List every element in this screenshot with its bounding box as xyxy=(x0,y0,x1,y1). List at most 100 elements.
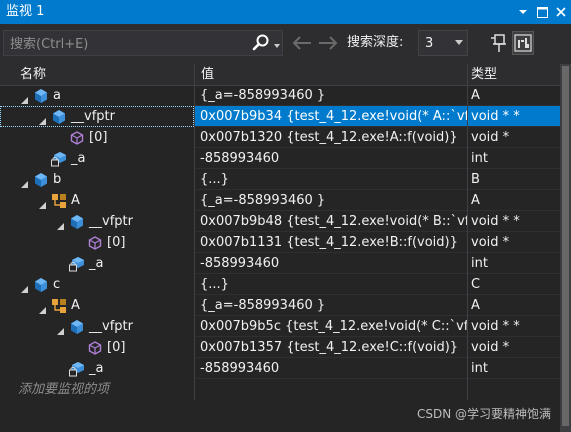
private-field-icon xyxy=(69,256,85,272)
row-name-cell[interactable]: __vfptr xyxy=(0,211,194,232)
column-header-name[interactable]: 名称 xyxy=(0,64,46,85)
watch-grid: 名称 值 类型 a {_a=-858993460 } A __vfptr 0x007b9… xyxy=(0,64,571,432)
row-value[interactable]: 0x007b1320 {test_4_12.exe!A::f(void)} xyxy=(195,127,467,148)
expand-arrow-icon[interactable] xyxy=(38,301,47,314)
row-value[interactable]: 0x007b9b48 {test_4_12.exe!void(* B::`vf.… xyxy=(195,211,467,232)
search-depth-value: 3 xyxy=(425,36,434,51)
private-field-icon xyxy=(51,151,67,167)
watch-row[interactable]: A {_a=-858993460 } A xyxy=(0,190,560,211)
watch-row[interactable]: __vfptr 0x007b9b48 {test_4_12.exe!void(* … xyxy=(0,211,560,232)
expand-arrow-icon[interactable] xyxy=(20,175,29,188)
chevron-down-icon xyxy=(519,10,527,14)
row-type: C xyxy=(471,277,481,292)
row-value[interactable]: 0x007b9b5c {test_4_12.exe!void(* C::`vf.… xyxy=(195,316,467,337)
row-name-cell[interactable]: [0] xyxy=(0,337,194,358)
row-name-cell[interactable]: [0] xyxy=(0,232,194,253)
column-header-type[interactable]: 类型 xyxy=(451,64,497,85)
expand-arrow-icon[interactable] xyxy=(20,91,29,104)
row-value[interactable]: {...} xyxy=(195,169,467,190)
watch-row[interactable]: [0] 0x007b1357 {test_4_12.exe!C::f(void)}… xyxy=(0,337,560,358)
watch-row[interactable]: b {...} B xyxy=(0,169,560,190)
row-value[interactable]: 0x007b1131 {test_4_12.exe!B::f(void)} xyxy=(195,232,467,253)
watch-row[interactable]: [0] 0x007b1320 {test_4_12.exe!A::f(void)}… xyxy=(0,127,560,148)
window-dropdown-button[interactable] xyxy=(515,3,531,21)
search-button[interactable] xyxy=(251,33,271,53)
row-name-cell[interactable]: __vfptr xyxy=(0,316,194,337)
row-name-cell[interactable]: _a xyxy=(0,148,194,169)
row-name: A xyxy=(71,193,80,208)
row-name-cell[interactable]: _a xyxy=(0,253,194,274)
watch-row[interactable]: [0] 0x007b1131 {test_4_12.exe!B::f(void)}… xyxy=(0,232,560,253)
arrow-right-icon xyxy=(319,36,338,50)
watch-row[interactable]: _a -858993460 int xyxy=(0,148,560,169)
row-value[interactable]: -858993460 xyxy=(195,148,467,169)
row-name-cell[interactable]: A xyxy=(0,295,194,316)
row-value[interactable]: {_a=-858993460 } xyxy=(195,85,467,106)
chevron-down-icon xyxy=(274,44,280,48)
private-field-icon xyxy=(69,361,85,377)
expand-arrow-icon[interactable] xyxy=(38,112,47,125)
row-name-cell[interactable]: b xyxy=(0,169,194,190)
object-icon xyxy=(33,172,49,188)
row-name-cell[interactable]: c xyxy=(0,274,194,295)
search-next-button[interactable] xyxy=(317,35,339,51)
maximize-button[interactable] xyxy=(534,3,550,21)
object-icon xyxy=(51,109,67,125)
watch-row[interactable]: __vfptr 0x007b9b5c {test_4_12.exe!void(* … xyxy=(0,316,560,337)
hex-display-button[interactable] xyxy=(512,31,534,55)
search-input[interactable] xyxy=(4,31,252,57)
method-icon xyxy=(87,340,103,356)
base-class-icon xyxy=(51,298,67,314)
watch-row[interactable]: __vfptr 0x007b9b34 {test_4_12.exe!void(* … xyxy=(0,106,560,127)
row-type: int xyxy=(471,256,488,271)
column-header-value[interactable]: 值 xyxy=(181,64,214,85)
add-watch-placeholder: 添加要监视的项 xyxy=(18,382,110,397)
scrollbar-thumb[interactable] xyxy=(562,66,569,426)
row-value[interactable]: -858993460 xyxy=(195,253,467,274)
row-value[interactable]: {_a=-858993460 } xyxy=(195,295,467,316)
row-type: void * * xyxy=(471,214,520,229)
grid-header: 名称 值 类型 xyxy=(0,64,560,86)
row-value[interactable]: 0x007b1357 {test_4_12.exe!C::f(void)} xyxy=(195,337,467,358)
row-name-cell[interactable]: _a xyxy=(0,358,194,379)
row-type: void * xyxy=(471,130,510,145)
row-name: _a xyxy=(71,151,86,166)
row-type: int xyxy=(471,151,488,166)
close-button[interactable] xyxy=(553,3,569,21)
add-watch-item[interactable]: 添加要监视的项 xyxy=(0,379,194,400)
row-type: B xyxy=(471,172,480,187)
expand-arrow-icon[interactable] xyxy=(38,196,47,209)
expand-arrow-icon[interactable] xyxy=(56,322,65,335)
search-options-dropdown[interactable] xyxy=(272,37,282,49)
row-value[interactable]: 0x007b9b34 {test_4_12.exe!void(* A::`vf.… xyxy=(195,106,467,127)
watch-row[interactable]: A {_a=-858993460 } A xyxy=(0,295,560,316)
column-divider[interactable] xyxy=(194,64,195,400)
row-name: c xyxy=(53,277,61,292)
watch-row[interactable]: c {...} C xyxy=(0,274,560,295)
search-previous-button[interactable] xyxy=(291,35,313,51)
row-name: [0] xyxy=(107,235,126,250)
column-divider[interactable] xyxy=(467,64,468,400)
search-depth-select[interactable]: 3 xyxy=(418,30,468,56)
watch-window: 监视 1 搜索(Ctrl+E) 搜索深度: 3 名称 值 类型 a {_a=-8… xyxy=(0,0,571,432)
chevron-down-icon xyxy=(455,40,463,45)
hex-display-icon xyxy=(514,34,532,52)
row-name: _a xyxy=(89,256,104,271)
row-value[interactable]: {_a=-858993460 } xyxy=(195,190,467,211)
row-value[interactable]: {...} xyxy=(195,274,467,295)
row-name-cell[interactable]: __vfptr xyxy=(0,106,194,127)
watch-row[interactable]: a {_a=-858993460 } A xyxy=(0,85,560,106)
row-name-cell[interactable]: A xyxy=(0,190,194,211)
row-value[interactable]: -858993460 xyxy=(195,358,467,379)
expand-arrow-icon[interactable] xyxy=(20,280,29,293)
row-type: int xyxy=(471,361,488,376)
watch-row[interactable]: _a -858993460 int xyxy=(0,253,560,274)
watch-row[interactable]: _a -858993460 int xyxy=(0,358,560,379)
row-name-cell[interactable]: a xyxy=(0,85,194,106)
row-name: b xyxy=(53,172,62,187)
pin-button[interactable] xyxy=(486,31,508,55)
expand-arrow-icon[interactable] xyxy=(56,217,65,230)
row-name-cell[interactable]: [0] xyxy=(0,127,194,148)
row-type: void * xyxy=(471,340,510,355)
row-name: A xyxy=(71,298,80,313)
